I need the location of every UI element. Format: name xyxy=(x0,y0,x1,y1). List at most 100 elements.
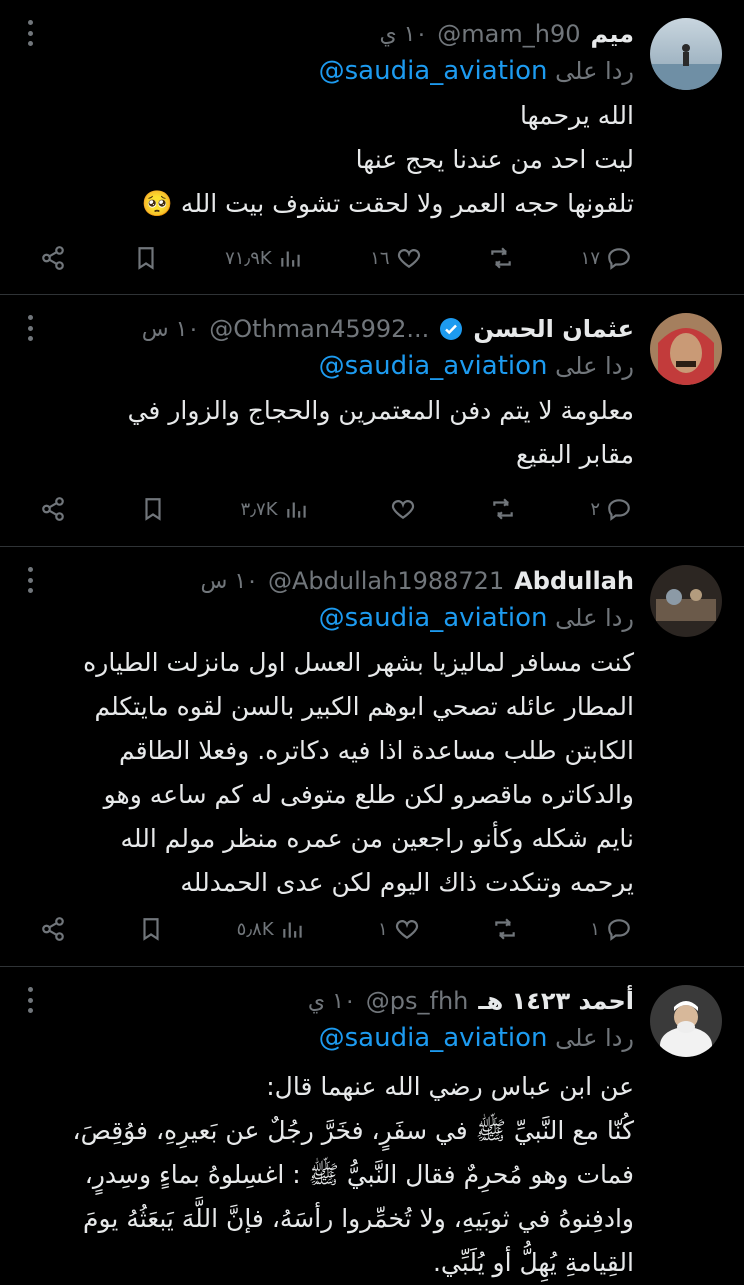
text-line: يرحمه وتنكدت ذاك اليوم لكن عدى الحمدلله xyxy=(180,868,634,897)
tweet[interactable]: عثمان الحسن @Othman45992... ١٠ س ردا على… xyxy=(0,295,744,547)
like-count: ١٦ xyxy=(370,247,390,269)
avatar[interactable] xyxy=(650,565,722,637)
tweet[interactable]: Abdullah @Abdullah1988721 ١٠ س ردا على @… xyxy=(0,547,744,967)
text-line: المطار عائله تصحي ابوهم الكبير بالسن لقو… xyxy=(94,692,634,721)
tweet[interactable]: ميم @mam_h90 ١٠ ي ردا على @saudia_aviati… xyxy=(0,0,744,295)
text-line: الكابتن طلب مساعدة اذا فيه دكاتره. وفعلا… xyxy=(119,736,634,765)
heart-icon xyxy=(395,920,418,939)
text-line: والدكاتره ماقصرو لكن طلع متوفى له كم ساع… xyxy=(103,780,634,809)
retweet-icon xyxy=(491,247,511,269)
more-icon[interactable] xyxy=(26,987,34,1013)
share-button[interactable] xyxy=(40,916,66,942)
reply-count: ٢ xyxy=(590,498,600,520)
reply-prefix: ردا على xyxy=(555,604,634,632)
verified-badge-icon xyxy=(440,318,463,340)
retweet-button[interactable] xyxy=(490,496,516,522)
share-icon xyxy=(42,246,64,270)
like-button[interactable] xyxy=(384,496,416,522)
user-handle[interactable]: @Abdullah1988721 xyxy=(268,567,504,595)
text-line: وادفِنوهُ في ثوبَيهِ، ولا تُخمِّروا رأسَ… xyxy=(83,1204,634,1233)
text-line: القِيامةِ يُهِلُّ أو يُلَبِّي. xyxy=(432,1248,634,1277)
views-button[interactable]: ٥٫٨K xyxy=(237,916,306,942)
heart-icon xyxy=(391,500,414,519)
reply-prefix: ردا على xyxy=(555,352,634,380)
tweet-text: معلومة لا يتم دفن المعتمرين والحجاج والز… xyxy=(70,389,634,477)
more-icon[interactable] xyxy=(26,315,34,341)
display-name[interactable]: Abdullah xyxy=(514,567,634,595)
text-line: الله يرحمها xyxy=(520,101,634,130)
views-count: ٥٫٨K xyxy=(236,918,274,940)
text-line: مقابر البقيع xyxy=(516,440,634,469)
share-button[interactable] xyxy=(40,496,66,522)
views-count: ٧١٫٩K xyxy=(225,247,272,269)
bookmark-button[interactable] xyxy=(133,245,159,271)
bookmark-icon xyxy=(143,918,159,941)
mention-link[interactable]: @saudia_aviation xyxy=(319,1023,548,1053)
reply-button[interactable]: ٢ xyxy=(590,496,632,522)
reply-icon xyxy=(608,919,630,941)
reply-button[interactable]: ١٧ xyxy=(581,245,632,271)
more-icon[interactable] xyxy=(26,20,34,46)
timestamp[interactable]: ١٠ ي xyxy=(379,22,427,47)
display-name[interactable]: عثمان الحسن xyxy=(473,315,634,343)
reply-prefix: ردا على xyxy=(555,57,634,85)
tweet-header: ميم @mam_h90 ١٠ ي xyxy=(20,16,634,52)
reply-icon xyxy=(608,248,630,270)
user-handle[interactable]: @mam_h90 xyxy=(437,20,580,48)
mention-link[interactable]: @saudia_aviation xyxy=(319,56,548,86)
text-line: ليت احد من عندنا يحج عنها xyxy=(355,145,634,174)
tweet-header: عثمان الحسن @Othman45992... ١٠ س xyxy=(20,311,634,347)
text-line: تلقونها حجه العمر ولا لحقت تشوف بيت الله… xyxy=(141,189,634,218)
tweet[interactable]: أحمد ١٤٢٣ هـ @ps_fhh ١٠ ي ردا على @saudi… xyxy=(0,967,744,1280)
retweet-button[interactable] xyxy=(488,245,514,271)
avatar[interactable] xyxy=(650,313,722,385)
text-line: نايم شكله وكأنو راجعين من عمره منظر مولم… xyxy=(120,824,634,853)
share-button[interactable] xyxy=(40,245,66,271)
timestamp[interactable]: ١٠ س xyxy=(142,317,200,342)
like-count: ١ xyxy=(377,918,388,940)
action-bar: ٧١٫٩K ١٦ ١٧ xyxy=(40,240,632,276)
tweet-text: عن ابن عباس رضي الله عنهما قال: كُنّا مع… xyxy=(20,1065,635,1285)
reply-context: ردا على @saudia_aviation xyxy=(20,603,634,635)
timestamp[interactable]: ١٠ س xyxy=(200,569,258,594)
avatar[interactable] xyxy=(650,985,722,1057)
reply-count: ١ xyxy=(590,918,600,940)
display-name[interactable]: ميم xyxy=(591,20,634,48)
display-name[interactable]: أحمد ١٤٢٣ هـ xyxy=(478,987,634,1015)
retweet-icon xyxy=(493,498,513,520)
bookmark-icon xyxy=(137,247,154,270)
views-icon xyxy=(286,502,306,518)
reply-button[interactable]: ١ xyxy=(590,916,632,942)
reply-feed: ميم @mam_h90 ١٠ ي ردا على @saudia_aviati… xyxy=(0,0,744,1280)
bookmark-button[interactable] xyxy=(140,496,166,522)
tweet-text: كنت مسافر لماليزيا بشهر العسل اول مانزلت… xyxy=(70,641,634,905)
reply-context: ردا على @saudia_aviation xyxy=(20,56,634,88)
reply-prefix: ردا على xyxy=(555,1024,634,1052)
views-button[interactable]: ٣٫٧K xyxy=(241,496,310,522)
text-line: كُنّا مع النَّبيِّ ﷺ في سفَرٍ، فخَرَّ رج… xyxy=(72,1116,635,1145)
bookmark-button[interactable] xyxy=(138,916,164,942)
action-bar: ٣٫٧K ٢ xyxy=(40,491,632,527)
mention-link[interactable]: @saudia_aviation xyxy=(319,351,548,381)
text-line: كنت مسافر لماليزيا بشهر العسل اول مانزلت… xyxy=(83,648,634,677)
reply-count: ١٧ xyxy=(580,247,600,269)
reply-icon xyxy=(608,499,630,521)
share-icon xyxy=(42,917,64,941)
mention-link[interactable]: @saudia_aviation xyxy=(319,603,548,633)
text-line: معلومة لا يتم دفن المعتمرين والحجاج والز… xyxy=(127,396,634,425)
reply-context: ردا على @saudia_aviation xyxy=(20,1023,634,1055)
views-icon xyxy=(282,922,302,938)
text-line: عن ابن عباس رضي الله عنهما قال: xyxy=(266,1072,634,1101)
views-icon xyxy=(280,251,300,267)
retweet-button[interactable] xyxy=(492,916,518,942)
user-handle[interactable]: @Othman45992... xyxy=(209,315,429,343)
more-icon[interactable] xyxy=(26,567,34,593)
views-button[interactable]: ٧١٫٩K xyxy=(225,245,304,271)
avatar[interactable] xyxy=(650,18,722,90)
share-icon xyxy=(42,497,64,521)
like-button[interactable]: ١ xyxy=(378,916,420,942)
user-handle[interactable]: @ps_fhh xyxy=(366,987,469,1015)
like-button[interactable]: ١٦ xyxy=(370,245,421,271)
heart-icon xyxy=(397,249,420,268)
timestamp[interactable]: ١٠ ي xyxy=(308,989,356,1014)
